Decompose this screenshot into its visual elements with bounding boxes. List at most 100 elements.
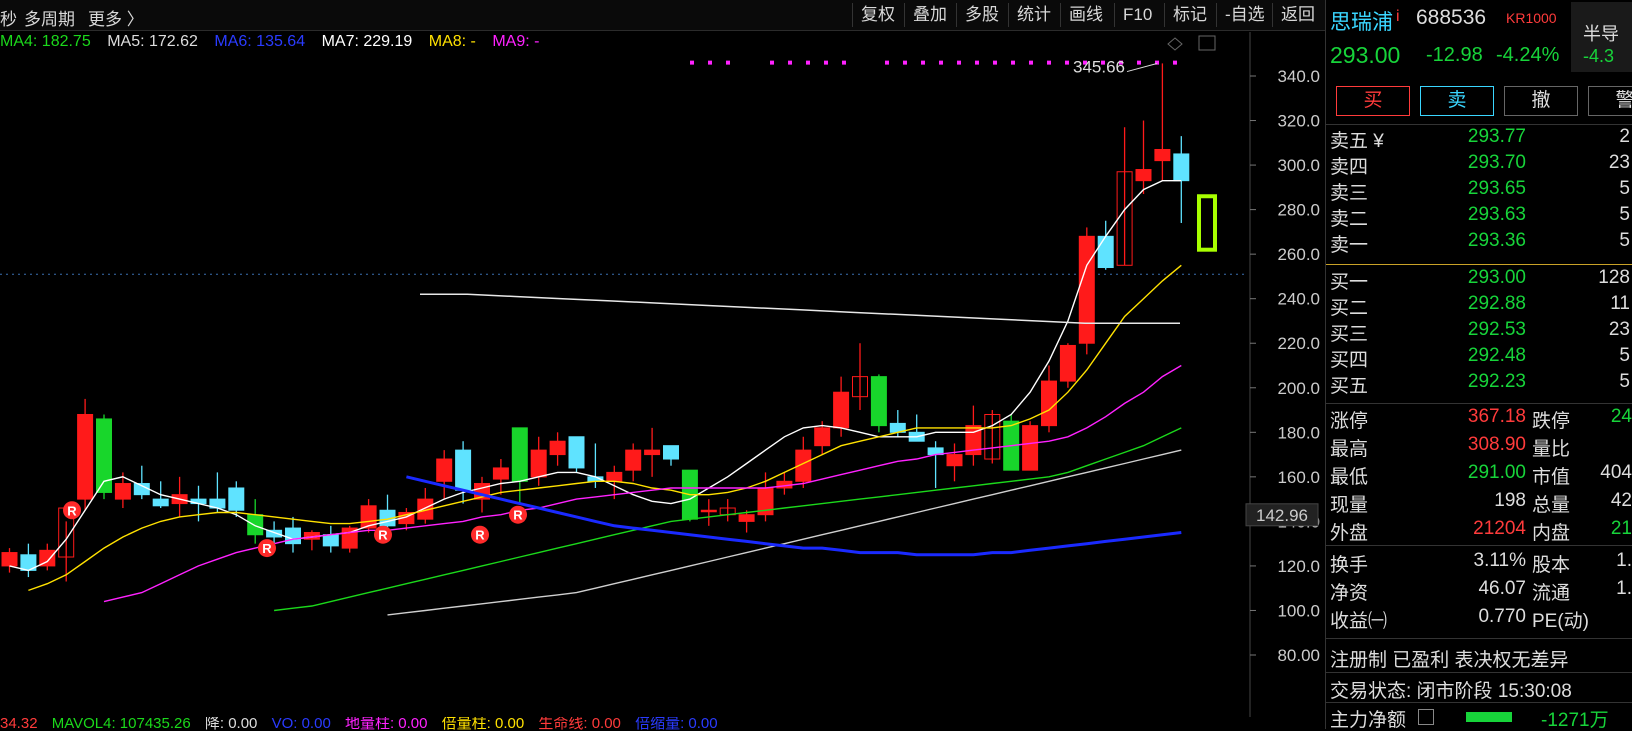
panel-toggle-icon[interactable] [1198, 35, 1216, 51]
candle-body[interactable] [77, 413, 94, 500]
buy-button[interactable]: 买 [1336, 86, 1410, 116]
chart-toolbar: 秒 多周期 更多 〉 复权 叠加 多股 统计 画线 F10 标记 -自选 返回 [0, 0, 1325, 31]
sector-box[interactable]: 半导 -4.3 [1571, 2, 1632, 72]
next-candle-placeholder[interactable] [1197, 194, 1217, 252]
y-tick-label: 180.0 [1277, 423, 1320, 442]
sell-button[interactable]: 卖 [1420, 86, 1494, 116]
stat2-label2-2: PE(动) [1532, 611, 1590, 632]
candle-body[interactable] [833, 391, 850, 429]
stat2-value2-1: 1. [1616, 578, 1632, 599]
toolbar-button-stats[interactable]: 统计 [1008, 3, 1059, 27]
list-icon[interactable] [1418, 709, 1434, 725]
sector-label: 半导 [1583, 24, 1619, 44]
toolbar-item-seconds[interactable]: 秒 [0, 5, 17, 30]
r-badge-label: R [67, 503, 77, 518]
last-price: 293.00 [1330, 42, 1401, 68]
candle-body[interactable] [1022, 425, 1039, 471]
bid-label-3: 买四 [1330, 350, 1369, 371]
candle-body[interactable] [814, 427, 831, 447]
candle-body[interactable] [568, 436, 585, 469]
spread-divider [1326, 264, 1632, 265]
candle-body[interactable] [1097, 235, 1114, 269]
ask-price-4[interactable]: 293.36 [1426, 230, 1526, 252]
stat2-label-0: 换手 [1330, 555, 1369, 576]
candle-body[interactable] [1135, 169, 1152, 182]
stat-label-0: 涨停 [1330, 411, 1369, 432]
bid-price-3[interactable]: 292.48 [1426, 345, 1526, 367]
bid-price-1[interactable]: 292.88 [1426, 293, 1526, 315]
candle-body[interactable] [114, 483, 131, 500]
stat2-value2-0: 1. [1616, 550, 1632, 571]
bid-price-0[interactable]: 293.00 [1426, 267, 1526, 289]
bid-price-4[interactable]: 292.23 [1426, 371, 1526, 393]
cancel-button[interactable]: 撤 [1504, 86, 1578, 116]
y-tick-label: 120.0 [1277, 557, 1320, 576]
y-tick-label: 240.0 [1277, 290, 1320, 309]
stat-value2-0: 24 [1610, 406, 1632, 427]
alert-button[interactable]: 警 [1588, 86, 1632, 116]
stat2-label2-0: 股本 [1532, 555, 1571, 576]
candle-body[interactable] [247, 514, 264, 536]
candle-body[interactable] [455, 449, 472, 491]
candle-body[interactable] [492, 467, 509, 480]
stat2-value-2: 0.770 [1478, 606, 1526, 627]
ask-price-1[interactable]: 293.70 [1426, 152, 1526, 174]
ask-price-0[interactable]: 293.77 [1426, 126, 1526, 148]
candle-body[interactable] [228, 487, 245, 511]
candle-body[interactable] [1154, 148, 1171, 162]
candle-body[interactable] [606, 471, 623, 482]
toolbar-button-multi-stock[interactable]: 多股 [956, 3, 1007, 27]
candle-body[interactable] [1078, 235, 1095, 344]
candle-body[interactable] [663, 445, 679, 460]
ask-label-0: 卖五 ¥ [1330, 131, 1384, 152]
stat-value-1: 308.90 [1467, 434, 1526, 455]
y-tick-label: 80.00 [1277, 646, 1320, 665]
candle-body[interactable] [1041, 380, 1057, 427]
bid-price-2[interactable]: 292.53 [1426, 319, 1526, 341]
toolbar-button-watchlist[interactable]: -自选 [1216, 3, 1273, 27]
diamond-icon[interactable] [1167, 37, 1183, 51]
main-flow-value: -1271万 [1541, 710, 1609, 729]
toolbar-button-mark[interactable]: 标记 [1164, 3, 1215, 27]
candle-body[interactable] [549, 440, 566, 456]
stock-name: 思瑞浦 [1330, 11, 1393, 34]
flat-ma-line [420, 293, 1180, 324]
toolbar-item-multi-period[interactable]: 多周期 [24, 5, 75, 30]
trade-status: 交易状态: 闭市阶段 15:30:08 [1330, 681, 1572, 702]
toolbar-item-more[interactable]: 更多 〉 [88, 5, 144, 30]
divider [1326, 702, 1632, 703]
registration-note: 注册制 已盈利 表决权无差异 [1330, 650, 1569, 671]
candle-body[interactable] [870, 376, 887, 427]
candle-body[interactable] [946, 454, 963, 467]
white-ma-line [9, 180, 1182, 572]
candle-body[interactable] [1059, 344, 1076, 382]
bid-label-1: 买二 [1330, 298, 1369, 319]
candle-body[interactable] [285, 527, 301, 545]
candle-body[interactable] [738, 514, 755, 522]
candle-body[interactable] [700, 509, 717, 513]
candle-body[interactable] [322, 534, 339, 547]
candle-body[interactable] [511, 427, 528, 482]
main-flow-label: 主力净额 [1330, 710, 1407, 729]
candle-body[interactable] [152, 498, 169, 507]
toolbar-button-adjust[interactable]: 复权 [852, 3, 903, 27]
toolbar-button-back[interactable]: 返回 [1272, 3, 1323, 27]
toolbar-button-overlay[interactable]: 叠加 [904, 3, 955, 27]
stat-label2-3: 总量 [1532, 495, 1571, 516]
ask-price-3[interactable]: 293.63 [1426, 204, 1526, 226]
candle-body[interactable] [644, 449, 661, 456]
candlestick-chart[interactable]: 340.0 320.0 300.0 280.0 260.0 240.0 220.0 200.0… [0, 32, 1325, 717]
high-annotation-arrow [1126, 63, 1158, 73]
price-change-pct: -4.24% [1496, 44, 1560, 66]
ask-price-2[interactable]: 293.65 [1426, 178, 1526, 200]
toolbar-button-f10[interactable]: F10 [1114, 3, 1160, 27]
ask-volume-3: 5 [1619, 204, 1630, 225]
toolbar-button-draw[interactable]: 画线 [1060, 3, 1111, 27]
candle-body[interactable] [436, 458, 453, 482]
candle-body[interactable] [530, 449, 547, 478]
candle-body[interactable] [1173, 153, 1190, 182]
y-tick-label: 160.0 [1277, 468, 1320, 487]
info-icon[interactable]: i [1396, 8, 1400, 26]
candle-body[interactable] [625, 449, 642, 471]
candle-body[interactable] [1, 552, 18, 567]
